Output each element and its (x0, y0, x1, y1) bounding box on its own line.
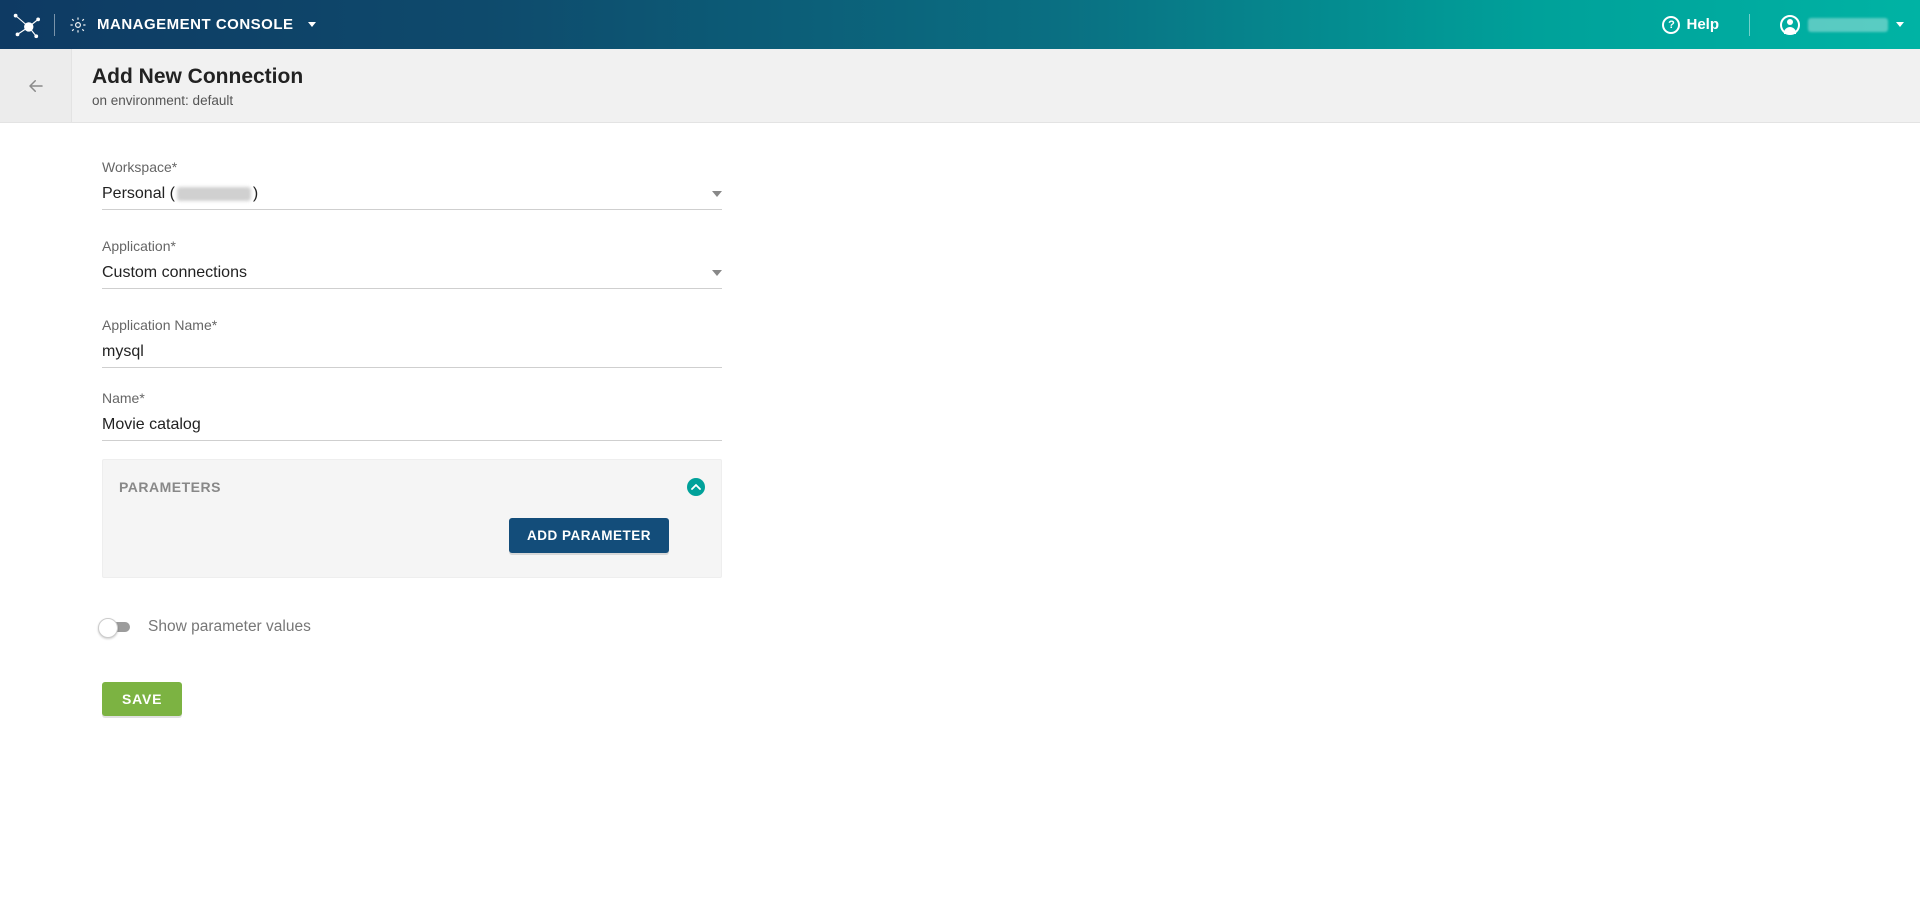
save-button[interactable]: SAVE (102, 682, 182, 716)
gear-icon (69, 16, 87, 34)
chevron-down-icon (308, 22, 316, 27)
user-name-redacted (1808, 18, 1888, 32)
field-workspace: Workspace* Personal () (102, 159, 722, 210)
user-menu[interactable] (1780, 15, 1904, 35)
page-subtitle: on environment: default (92, 93, 303, 108)
nav-separator (54, 14, 55, 36)
workspace-name-redacted (177, 187, 251, 201)
help-icon: ? (1662, 16, 1680, 34)
field-label: Application Name* (102, 317, 722, 333)
parameters-title: PARAMETERS (119, 479, 221, 495)
show-values-toggle[interactable] (102, 622, 130, 632)
field-label: Workspace* (102, 159, 722, 175)
application-select[interactable]: Custom connections (102, 260, 722, 289)
chevron-down-icon (712, 191, 722, 197)
chevron-down-icon (712, 270, 722, 276)
field-label: Application* (102, 238, 722, 254)
workspace-value: Personal () (102, 185, 258, 203)
page-header: Add New Connection on environment: defau… (0, 49, 1920, 123)
chevron-down-icon (1896, 22, 1904, 27)
user-icon (1780, 15, 1800, 35)
field-application: Application* Custom connections (102, 238, 722, 289)
field-name: Name* (102, 390, 722, 441)
collapse-panel-button[interactable] (687, 478, 705, 496)
connection-form: Workspace* Personal () Application* Cust… (102, 159, 722, 716)
app-switcher[interactable]: MANAGEMENT CONSOLE (69, 16, 316, 34)
help-link[interactable]: ? Help (1662, 16, 1719, 34)
field-application-name: Application Name* (102, 317, 722, 368)
connection-name-input[interactable] (102, 412, 722, 441)
top-nav-right: ? Help (1662, 14, 1904, 36)
show-values-label: Show parameter values (148, 618, 311, 636)
app-switcher-label: MANAGEMENT CONSOLE (97, 16, 294, 33)
top-nav: MANAGEMENT CONSOLE ? Help (0, 0, 1920, 49)
logo-area (10, 10, 40, 40)
show-values-row: Show parameter values (102, 618, 722, 636)
parameters-panel: PARAMETERS ADD PARAMETER (102, 459, 722, 578)
workspace-select[interactable]: Personal () (102, 181, 722, 210)
arrow-left-icon (27, 77, 45, 95)
add-parameter-button[interactable]: ADD PARAMETER (509, 518, 669, 553)
application-name-input[interactable] (102, 339, 722, 368)
page-title: Add New Connection (92, 65, 303, 89)
chevron-up-icon (691, 482, 701, 492)
field-label: Name* (102, 390, 722, 406)
nav-separator (1749, 14, 1750, 36)
app-logo-icon (10, 10, 40, 40)
help-label: Help (1686, 16, 1719, 33)
application-value: Custom connections (102, 264, 247, 282)
back-button[interactable] (0, 49, 72, 122)
